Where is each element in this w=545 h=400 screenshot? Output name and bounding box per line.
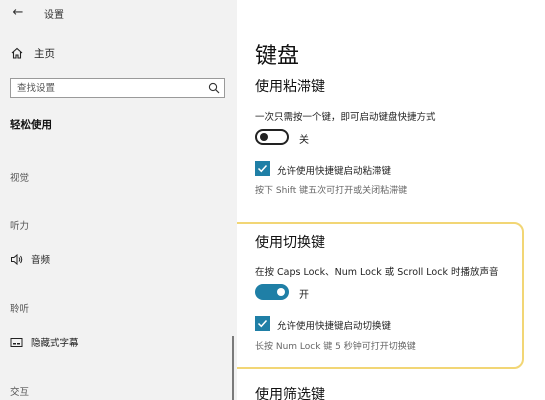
filter-keys-heading: 使用筛选键 — [255, 387, 325, 400]
main-content: 键盘 使用粘滞键 一次只需按一个键，即可启动键盘快捷方式 关 允许使用快捷键启动… — [237, 0, 545, 400]
toggle-keys-description: 在按 Caps Lock、Num Lock 或 Scroll Lock 时播放声… — [255, 267, 499, 278]
toggle-keys-toggle[interactable] — [255, 284, 289, 300]
checkmark-icon — [257, 319, 268, 328]
search-icon[interactable] — [208, 82, 220, 94]
category-interaction: 交互 — [10, 387, 30, 398]
sticky-keys-hint: 按下 Shift 键五次可打开或关闭粘滞键 — [255, 186, 408, 196]
title-bar: ← 设置 — [0, 0, 237, 26]
captions-icon — [10, 337, 23, 347]
search-box[interactable] — [10, 78, 225, 98]
toggle-keys-toggle-state: 开 — [299, 290, 309, 301]
sidebar-item-home[interactable]: 主页 — [10, 44, 55, 62]
back-arrow-icon: ← — [12, 5, 24, 20]
toggle-knob — [277, 288, 285, 296]
sticky-keys-toggle-state: 关 — [299, 135, 309, 146]
checkmark-icon — [257, 164, 268, 173]
sidebar-item-captions[interactable]: 隐藏式字幕 — [10, 334, 79, 350]
category-vision: 视觉 — [10, 173, 30, 184]
toggle-keys-heading: 使用切换键 — [255, 235, 325, 251]
sidebar-item-label: 音频 — [31, 255, 51, 266]
toggle-keys-shortcut-label: 允许使用快捷键启动切换键 — [277, 321, 392, 332]
home-label: 主页 — [34, 47, 55, 60]
toggle-knob — [260, 133, 268, 141]
sticky-keys-shortcut-checkbox[interactable] — [255, 161, 270, 176]
sidebar-item-audio[interactable]: 音频 — [10, 251, 50, 267]
category-hearing: 听力 — [10, 221, 30, 232]
page-title: 键盘 — [255, 44, 300, 69]
sticky-keys-toggle[interactable] — [255, 129, 289, 145]
sticky-keys-description: 一次只需按一个键，即可启动键盘快捷方式 — [255, 112, 436, 123]
search-input[interactable] — [11, 79, 201, 97]
back-button[interactable]: ← — [10, 5, 26, 21]
home-icon — [11, 47, 23, 59]
sidebar: ← 设置 主页 轻松使用 视觉 听力 音频 聆听 隐藏式字幕 交互 — [0, 0, 237, 400]
toggle-keys-hint: 长按 Num Lock 键 5 秒钟可打开切换键 — [255, 342, 416, 352]
sticky-keys-shortcut-label: 允许使用快捷键启动粘滞键 — [277, 166, 392, 177]
sidebar-scrollbar[interactable] — [232, 336, 234, 400]
speaker-icon — [11, 253, 23, 265]
window-title: 设置 — [44, 10, 64, 21]
category-listening: 聆听 — [10, 304, 30, 315]
sidebar-item-label: 隐藏式字幕 — [31, 338, 79, 349]
section-title: 轻松使用 — [10, 119, 52, 131]
toggle-keys-shortcut-checkbox[interactable] — [255, 316, 270, 331]
sticky-keys-heading: 使用粘滞键 — [255, 79, 325, 95]
